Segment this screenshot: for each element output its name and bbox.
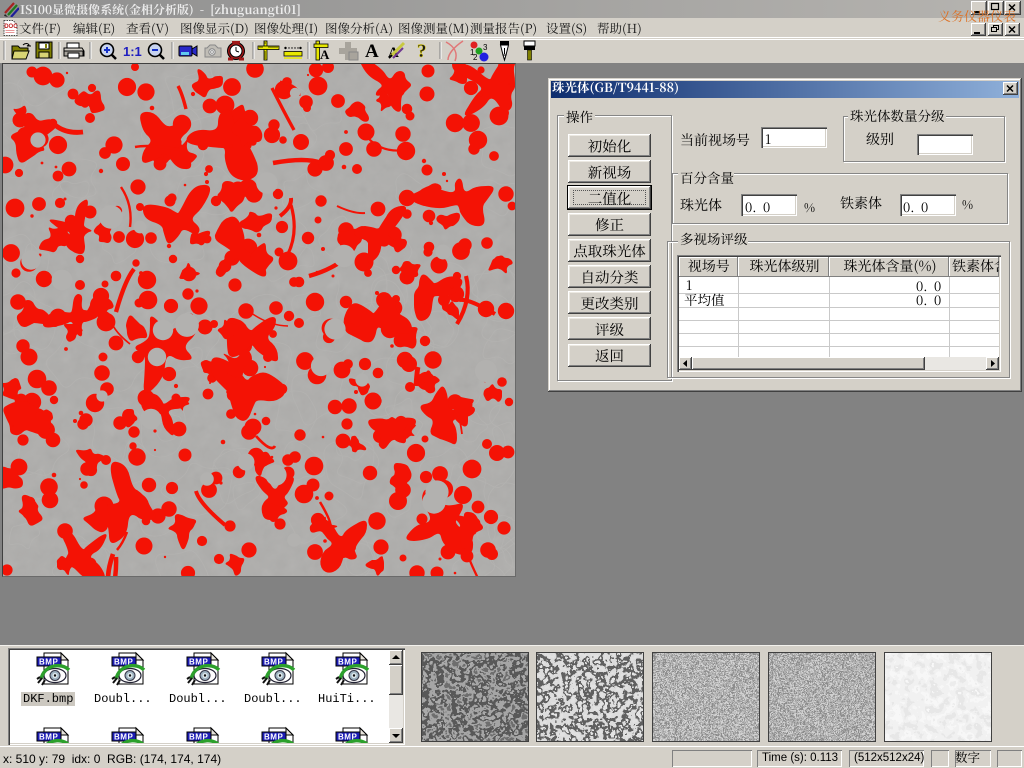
svg-text:DOC: DOC: [4, 24, 18, 30]
svg-text:A: A: [320, 47, 330, 62]
svg-text:?: ?: [417, 41, 427, 62]
svg-text:3: 3: [483, 43, 488, 52]
svg-text:A: A: [365, 41, 379, 62]
svg-text:2: 2: [473, 53, 478, 62]
svg-text:1:1: 1:1: [123, 44, 142, 59]
